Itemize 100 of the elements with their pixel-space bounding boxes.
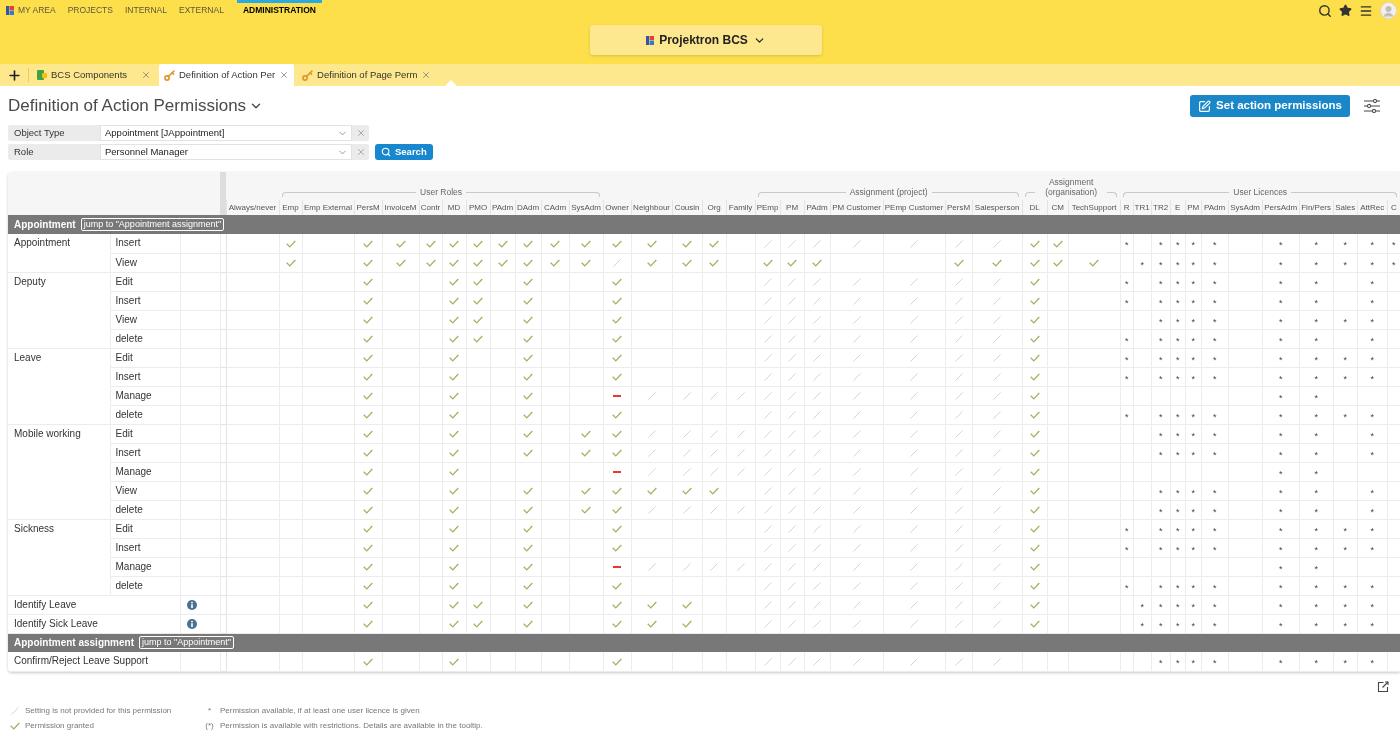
licence-mark: * bbox=[1124, 279, 1129, 289]
licence-mark: * bbox=[1191, 545, 1195, 555]
slash-icon bbox=[954, 334, 963, 343]
object-name: Sickness bbox=[14, 522, 54, 534]
object-name: Identify Sick Leave bbox=[14, 617, 98, 629]
licence-mark: * bbox=[1278, 450, 1283, 460]
licence-mark: * bbox=[1124, 374, 1129, 384]
check-icon bbox=[682, 486, 693, 495]
licence-mark: * bbox=[1391, 260, 1396, 270]
slash-icon bbox=[813, 334, 822, 343]
licence-mark: * bbox=[1370, 659, 1374, 669]
sliders-icon[interactable] bbox=[1364, 99, 1380, 113]
licence-mark: * bbox=[1191, 317, 1195, 327]
slash-icon bbox=[852, 581, 861, 590]
info-icon[interactable] bbox=[186, 618, 197, 629]
nav-item[interactable]: INTERNAL bbox=[120, 0, 173, 20]
action-name: delete bbox=[115, 503, 143, 515]
slash-icon bbox=[647, 562, 656, 571]
check-icon bbox=[646, 600, 657, 609]
column-group-label: Assignment (organisation) bbox=[1044, 177, 1099, 197]
info-icon[interactable] bbox=[186, 599, 197, 610]
slash-icon bbox=[954, 505, 963, 514]
slash-icon bbox=[954, 296, 963, 305]
licence-mark: * bbox=[1191, 260, 1195, 270]
menu-icon[interactable] bbox=[1359, 3, 1373, 18]
licence-mark: * bbox=[1212, 336, 1217, 346]
licence-mark: * bbox=[1191, 507, 1195, 517]
slash-icon bbox=[993, 315, 1002, 324]
check-icon bbox=[612, 505, 623, 514]
licence-mark: * bbox=[1314, 602, 1318, 612]
search-button[interactable]: Search bbox=[375, 144, 433, 160]
search-icon[interactable] bbox=[1318, 3, 1332, 18]
licence-mark: * bbox=[1212, 317, 1217, 327]
select-field[interactable]: Personnel Manager bbox=[100, 144, 352, 160]
slash-icon bbox=[852, 239, 861, 248]
nav-item[interactable]: ADMINISTRATION bbox=[236, 0, 322, 20]
check-icon bbox=[612, 277, 623, 286]
licence-mark: * bbox=[1158, 526, 1163, 536]
jump-link[interactable]: jump to "Appointment assignment" bbox=[80, 218, 225, 231]
slash-icon bbox=[852, 410, 861, 419]
slash-icon bbox=[763, 429, 772, 438]
slash-icon bbox=[813, 391, 822, 400]
slash-icon bbox=[763, 296, 772, 305]
check-icon bbox=[682, 239, 693, 248]
check-icon bbox=[1029, 296, 1040, 305]
slash-icon bbox=[813, 581, 822, 590]
close-icon[interactable] bbox=[279, 70, 290, 80]
slash-icon bbox=[710, 467, 719, 476]
check-icon bbox=[762, 258, 773, 267]
star-icon[interactable] bbox=[1339, 4, 1352, 17]
workspace-selector[interactable]: Projektron BCS bbox=[590, 25, 822, 55]
licence-mark: * bbox=[1343, 241, 1347, 251]
licence-mark: * bbox=[1212, 545, 1217, 555]
tab[interactable]: BCS Components bbox=[29, 64, 159, 86]
legend-text: Permission is available with restrictions. Details are available in the tooltip. bbox=[220, 720, 483, 732]
check-icon bbox=[1029, 581, 1040, 590]
slash-icon bbox=[993, 486, 1002, 495]
action-name: delete bbox=[115, 408, 143, 420]
section-title: Appointment assignment bbox=[14, 636, 134, 649]
licence-mark: * bbox=[1191, 241, 1195, 251]
slash-icon bbox=[763, 372, 772, 381]
slash-icon bbox=[852, 657, 861, 666]
slash-icon bbox=[647, 467, 656, 476]
slash-icon bbox=[852, 486, 861, 495]
slash-icon bbox=[710, 391, 719, 400]
jump-link[interactable]: jump to "Appointment" bbox=[139, 636, 234, 650]
nav-item[interactable]: PROJECTS bbox=[62, 0, 118, 20]
check-icon bbox=[1029, 353, 1040, 362]
check-icon bbox=[1029, 334, 1040, 343]
slash-icon bbox=[852, 467, 861, 476]
slash-icon bbox=[910, 239, 919, 248]
slash-icon bbox=[813, 277, 822, 286]
licence-mark: * bbox=[1370, 431, 1374, 441]
slash-icon bbox=[813, 619, 822, 628]
select-field[interactable]: Appointment [JAppointment] bbox=[100, 125, 352, 141]
slash-icon bbox=[993, 600, 1002, 609]
check-icon bbox=[612, 429, 623, 438]
slash-icon bbox=[788, 296, 797, 305]
slash-icon bbox=[993, 467, 1002, 476]
set-action-permissions-button[interactable]: Set action permissions bbox=[1190, 95, 1350, 117]
licence-mark: * bbox=[1124, 412, 1129, 422]
licence-mark: * bbox=[1175, 621, 1180, 631]
nav-item[interactable]: EXTERNAL bbox=[174, 0, 229, 20]
licence-mark: * bbox=[1212, 659, 1217, 669]
slash-icon bbox=[954, 524, 963, 533]
slash-icon bbox=[954, 429, 963, 438]
tab[interactable]: Definition of Page Perm bbox=[294, 64, 440, 86]
licence-mark: * bbox=[1314, 355, 1318, 365]
licence-mark: * bbox=[1314, 469, 1318, 479]
slash-icon bbox=[910, 543, 919, 552]
export-icon[interactable] bbox=[1377, 680, 1389, 693]
check-icon bbox=[1029, 524, 1040, 533]
tab[interactable]: Definition of Action Per bbox=[159, 64, 295, 86]
object-name: Deputy bbox=[14, 275, 46, 287]
check-icon bbox=[1029, 391, 1040, 400]
licence-mark: * bbox=[1140, 260, 1144, 270]
licence-mark: * bbox=[1314, 545, 1318, 555]
nav-item[interactable]: MY AREA bbox=[1, 0, 61, 20]
action-name: Manage bbox=[115, 465, 152, 477]
slash-icon bbox=[736, 562, 745, 571]
